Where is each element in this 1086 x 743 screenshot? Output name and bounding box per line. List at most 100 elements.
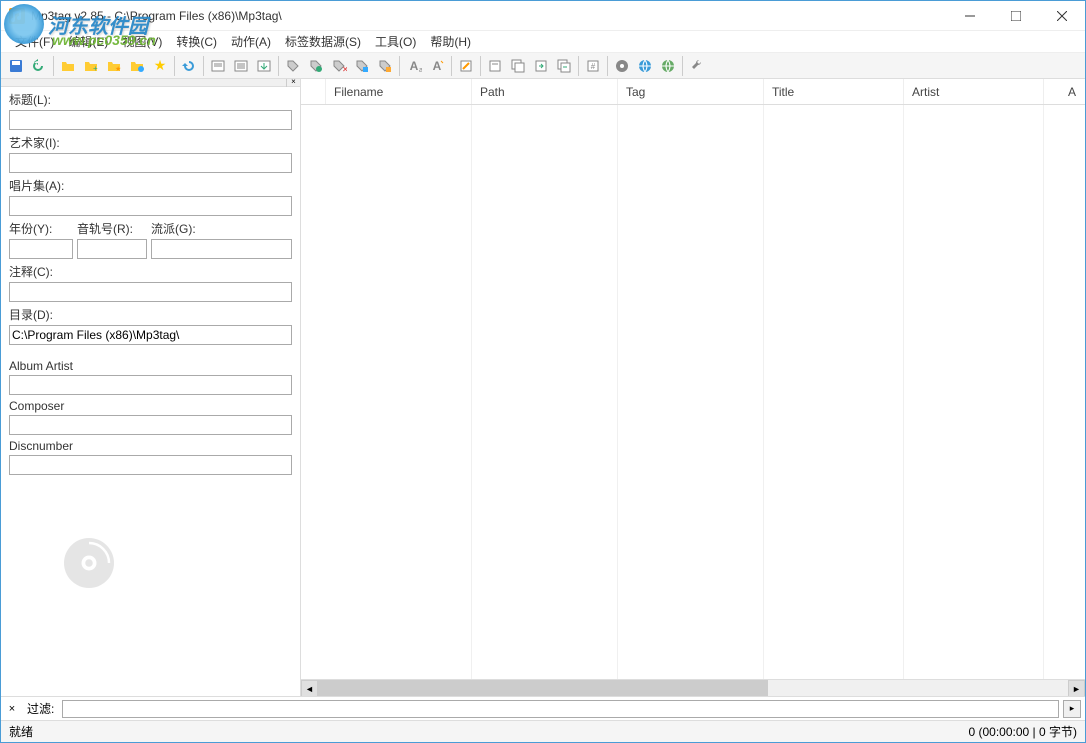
svg-text:#: #: [591, 62, 596, 71]
menu-tools[interactable]: 工具(O): [369, 31, 422, 52]
edit-icon[interactable]: [455, 55, 477, 77]
col-filename[interactable]: Filename: [325, 79, 471, 104]
menu-file[interactable]: 文件(F): [9, 31, 60, 52]
playlist-export-icon[interactable]: [253, 55, 275, 77]
convert-all-icon[interactable]: [553, 55, 575, 77]
star-icon[interactable]: ★: [149, 55, 171, 77]
disc-icon: [59, 533, 119, 593]
albumartist-input[interactable]: [9, 375, 292, 395]
folder-add-icon[interactable]: +: [80, 55, 102, 77]
scroll-left-icon[interactable]: ◄: [301, 680, 318, 696]
col-extra[interactable]: A: [1043, 79, 1085, 104]
toolbar: + ★ ★ ✕ Aa A #: [1, 53, 1085, 79]
scroll-track[interactable]: [318, 680, 1068, 696]
status-bar: 就绪 0 (00:00:00 | 0 字节): [1, 720, 1085, 742]
svg-text:✕: ✕: [342, 65, 347, 74]
tag-copy2-icon[interactable]: [351, 55, 373, 77]
discogs-icon[interactable]: [611, 55, 633, 77]
field-artist: 艺术家(I):: [9, 134, 292, 173]
toolbar-separator: [578, 56, 579, 76]
undo-icon[interactable]: [28, 55, 50, 77]
svg-text:★: ★: [154, 58, 167, 73]
tag-cut-icon[interactable]: ✕: [328, 55, 350, 77]
svg-text:A: A: [433, 59, 442, 73]
col-artist[interactable]: Artist: [903, 79, 1043, 104]
menu-convert[interactable]: 转换(C): [170, 31, 223, 52]
filter-label: 过滤:: [23, 700, 58, 717]
artist-input[interactable]: [9, 153, 292, 173]
convert-icon[interactable]: [530, 55, 552, 77]
rename-all-icon[interactable]: [507, 55, 529, 77]
genre-label: 流派(G):: [151, 220, 292, 237]
tag-paste-icon[interactable]: [305, 55, 327, 77]
toolbar-separator: [451, 56, 452, 76]
field-albumartist: Album Artist: [9, 359, 292, 395]
action-quick-icon[interactable]: Aa: [403, 55, 425, 77]
title-input[interactable]: [9, 110, 292, 130]
rename-file-icon[interactable]: [484, 55, 506, 77]
menu-bar: 文件(F) 编辑(E) 视图(V) 转换(C) 动作(A) 标签数据源(S) 工…: [1, 31, 1085, 53]
maximize-button[interactable]: [993, 1, 1039, 31]
panel-body: 标题(L): 艺术家(I): 唱片集(A): 年份(Y):: [1, 87, 300, 696]
menu-tagsources[interactable]: 标签数据源(S): [279, 31, 367, 52]
toolbar-separator: [278, 56, 279, 76]
filter-close-icon[interactable]: ×: [5, 703, 19, 715]
genre-input[interactable]: [151, 239, 292, 259]
col-tag[interactable]: Tag: [617, 79, 763, 104]
album-art-placeholder[interactable]: [9, 483, 169, 643]
playlist-icon[interactable]: [207, 55, 229, 77]
col-title[interactable]: Title: [763, 79, 903, 104]
filter-go-button[interactable]: ▸: [1063, 700, 1081, 718]
file-list[interactable]: [301, 105, 1085, 679]
tag-paste2-icon[interactable]: [374, 55, 396, 77]
toolbar-separator: [480, 56, 481, 76]
file-list-area: Filename Path Tag Title Artist A ◄ ►: [301, 79, 1085, 696]
playlist-all-icon[interactable]: [230, 55, 252, 77]
globe2-icon[interactable]: [657, 55, 679, 77]
field-composer: Composer: [9, 399, 292, 435]
panel-close-icon[interactable]: ×: [286, 79, 300, 87]
menu-actions[interactable]: 动作(A): [225, 31, 277, 52]
discnumber-label: Discnumber: [9, 439, 292, 453]
refresh-icon[interactable]: [178, 55, 200, 77]
comment-input[interactable]: [9, 282, 292, 302]
row-year-track-genre: 年份(Y): 音轨号(R): 流派(G):: [9, 220, 292, 263]
panel-header: ×: [1, 79, 300, 87]
track-input[interactable]: [77, 239, 147, 259]
album-input[interactable]: [9, 196, 292, 216]
toolbar-separator: [53, 56, 54, 76]
tools-icon[interactable]: [686, 55, 708, 77]
col-path[interactable]: Path: [471, 79, 617, 104]
scroll-thumb[interactable]: [318, 680, 768, 696]
menu-edit[interactable]: 编辑(E): [62, 31, 114, 52]
svg-text:★: ★: [115, 65, 121, 73]
globe-icon[interactable]: [634, 55, 656, 77]
track-label: 音轨号(R):: [77, 220, 147, 237]
autonumber-icon[interactable]: #: [582, 55, 604, 77]
field-album: 唱片集(A):: [9, 177, 292, 216]
save-icon[interactable]: [5, 55, 27, 77]
menu-view[interactable]: 视图(V): [116, 31, 168, 52]
title-bar[interactable]: Mp3tag v2.85 - C:\Program Files (x86)\Mp…: [1, 1, 1085, 31]
discnumber-input[interactable]: [9, 455, 292, 475]
tag-copy-icon[interactable]: [282, 55, 304, 77]
filter-input[interactable]: [62, 700, 1059, 718]
folder-open-icon[interactable]: [57, 55, 79, 77]
minimize-button[interactable]: [947, 1, 993, 31]
horizontal-scrollbar[interactable]: ◄ ►: [301, 679, 1085, 696]
status-left: 就绪: [9, 723, 968, 740]
folder-star-icon[interactable]: ★: [103, 55, 125, 77]
window-controls: [947, 1, 1085, 31]
menu-help[interactable]: 帮助(H): [424, 31, 477, 52]
directory-input[interactable]: C:\Program Files (x86)\Mp3tag\: [9, 325, 292, 345]
scroll-right-icon[interactable]: ►: [1068, 680, 1085, 696]
action-icon[interactable]: A: [426, 55, 448, 77]
year-input[interactable]: [9, 239, 73, 259]
title-label: 标题(L):: [9, 91, 292, 108]
composer-input[interactable]: [9, 415, 292, 435]
album-label: 唱片集(A):: [9, 177, 292, 194]
svg-text:+: +: [93, 64, 98, 73]
folder-favorite-icon[interactable]: [126, 55, 148, 77]
col-icon[interactable]: [301, 79, 325, 104]
close-button[interactable]: [1039, 1, 1085, 31]
